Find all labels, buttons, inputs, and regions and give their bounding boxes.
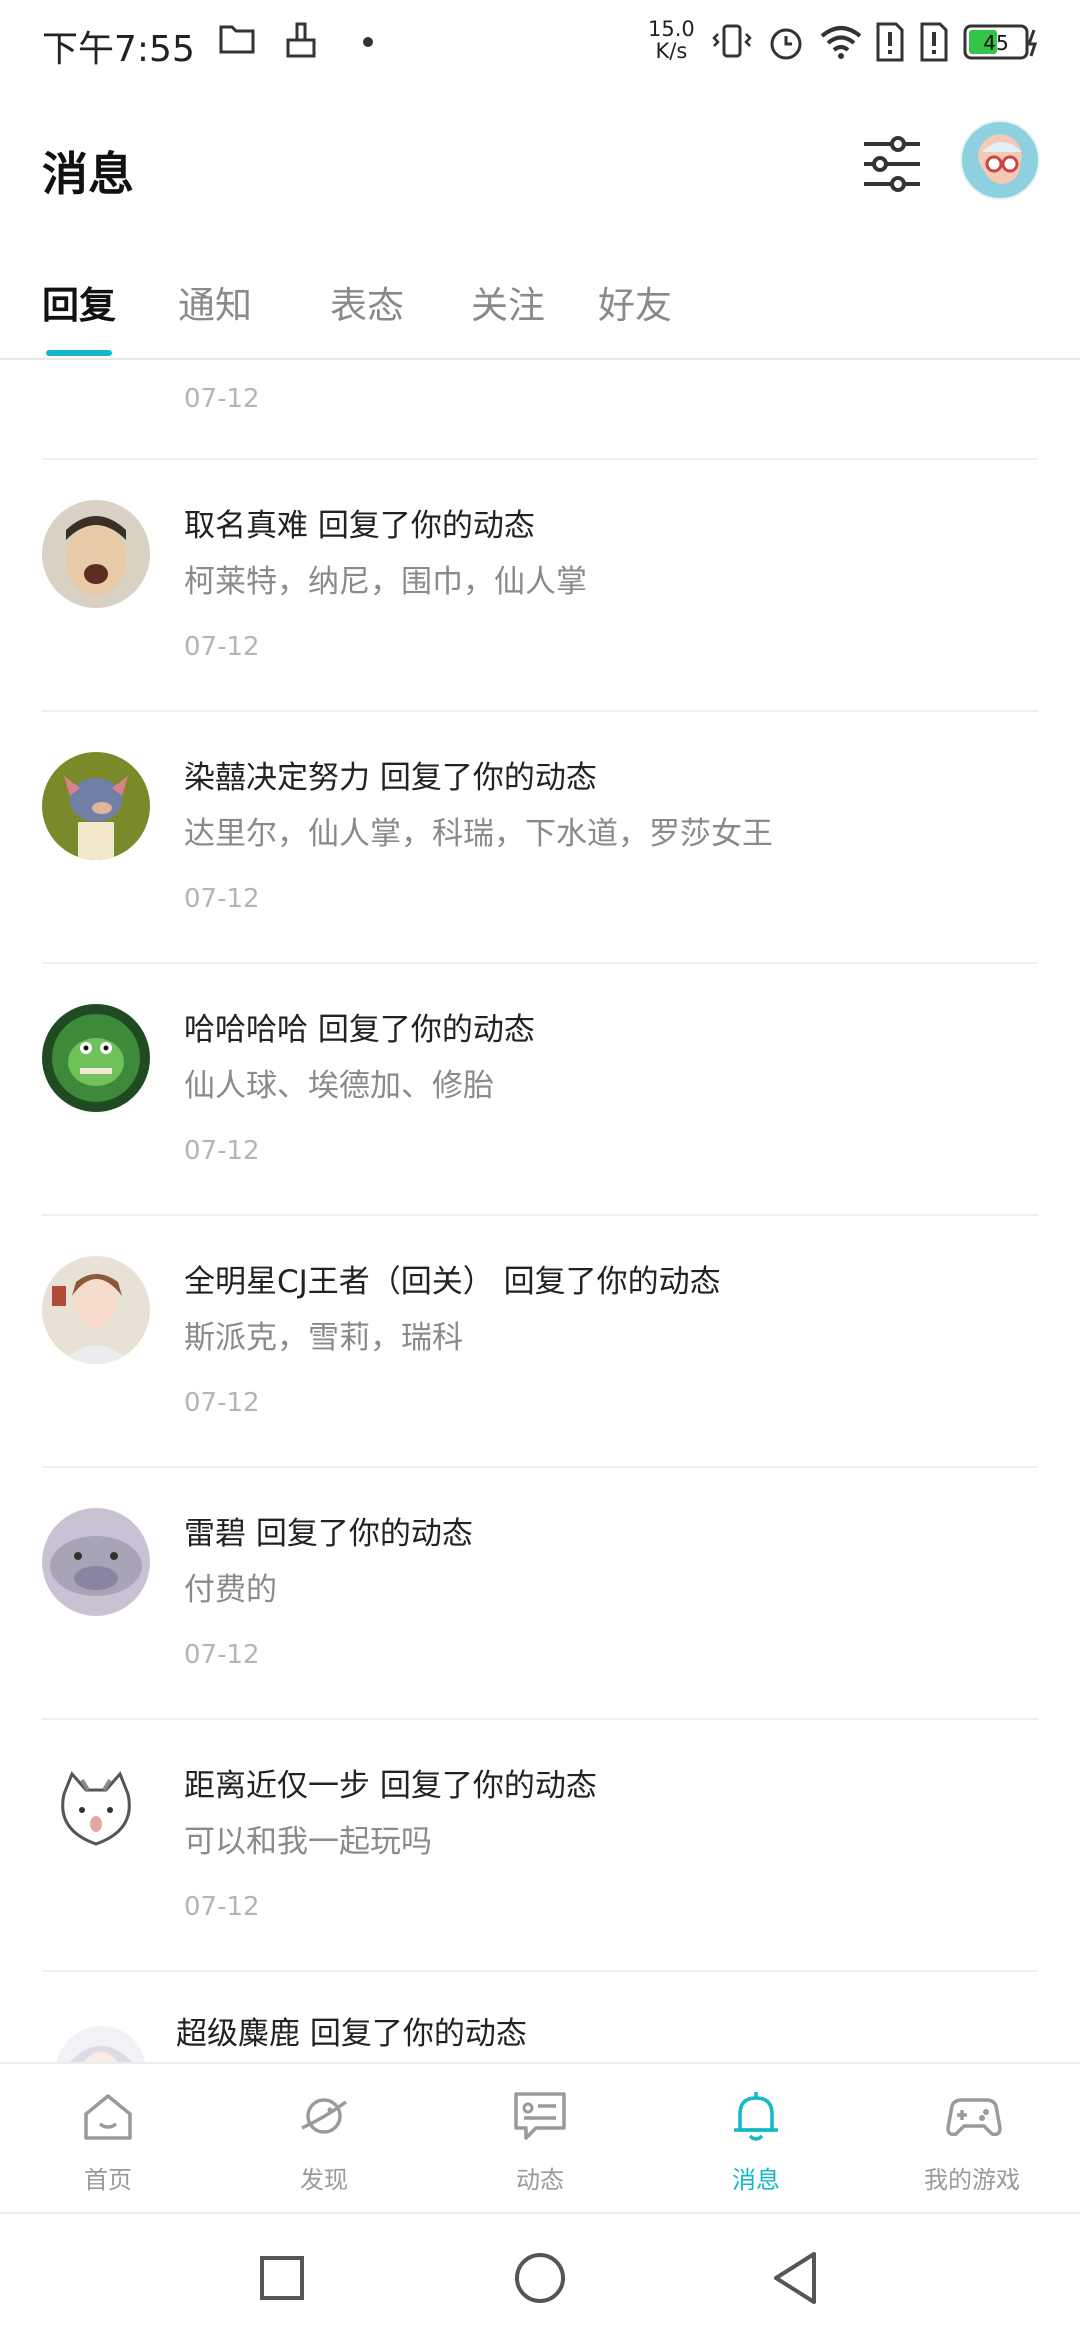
battery-icon: 45 [963,24,1038,60]
nav-label: 首页 [84,2166,132,2194]
list-item-subtitle: 达里尔，仙人掌，科瑞，下水道，罗莎女王 [184,816,773,852]
list-item[interactable]: 超级麋鹿 回复了你的动态 [0,1972,1080,2062]
alarm-icon [770,28,802,60]
back-button[interactable] [770,2250,822,2306]
nav-label: 消息 [732,2166,780,2194]
list-item-subtitle: 斯派克，雪莉，瑞科 [184,1320,463,1356]
speed-unit: K/s [655,39,688,63]
wifi-icon [820,26,862,59]
list-item-title: 染囍决定努力 回复了你的动态 [184,760,597,796]
sliders-icon [864,136,920,192]
list-item-date: 07-12 [184,884,260,914]
list-item-title: 全明星CJ王者（回关） 回复了你的动态 [184,1264,721,1300]
avatar[interactable] [42,752,150,860]
filter-button[interactable] [856,128,928,200]
avatar-cat-icon [42,1760,150,1868]
avatar[interactable] [42,1256,150,1364]
network-speed: 15.0 K/s [648,18,695,62]
system-nav-bar [0,2212,1080,2340]
page-title: 消息 [42,147,134,201]
nav-home[interactable]: 首页 [0,2064,216,2214]
nav-label: 我的游戏 [924,2166,1020,2194]
avatar[interactable] [56,2026,146,2062]
sim-alert-icon-2 [920,22,948,62]
status-time: 下午7:55 [42,29,195,70]
list-item-date: 07-12 [184,1640,260,1670]
avatar[interactable] [42,500,150,608]
tab-bar: 回复 通知 表态 关注 好友 [0,255,1080,360]
nav-messages[interactable]: 消息 [648,2064,864,2214]
list-item-title: 哈哈哈哈 回复了你的动态 [184,1012,535,1048]
list-item-date: 07-12 [184,1136,260,1166]
avatar-croc-icon [42,1004,150,1112]
list-item[interactable]: 取名真难 回复了你的动态 柯莱特，纳尼，围巾，仙人掌 07-12 [0,460,1080,712]
bottom-nav: 首页 发现 动态 消息 我的游戏 [0,2062,1080,2212]
dot-icon [363,37,373,47]
battery-level: 45 [983,31,1008,55]
list-item-title: 距离近仅一步 回复了你的动态 [184,1768,597,1804]
tab-notify[interactable]: 通知 [178,275,252,329]
list-item-subtitle: 仙人球、埃德加、修胎 [184,1068,494,1104]
list-item-date: 07-12 [184,1388,260,1418]
list-item-subtitle: 柯莱特，纳尼，围巾，仙人掌 [184,564,587,600]
home-button[interactable] [512,2250,568,2306]
tab-reactions[interactable]: 表态 [330,275,404,329]
tab-friends[interactable]: 好友 [598,275,672,329]
avatar[interactable] [42,1760,150,1868]
header: 消息 [0,100,1080,230]
list-item-date: 07-12 [184,384,260,414]
list-item-date: 07-12 [184,632,260,662]
broom-icon [286,22,316,58]
list-item[interactable]: 距离近仅一步 回复了你的动态 可以和我一起玩吗 07-12 [0,1720,1080,1972]
tab-indicator [46,350,112,356]
list-item-title: 超级麋鹿 回复了你的动态 [176,2016,527,2052]
home-icon [84,2094,132,2140]
gamepad-icon [946,2098,1002,2137]
avatar-face-icon [982,142,1022,184]
list-item[interactable]: 哈哈哈哈 回复了你的动态 仙人球、埃德加、修胎 07-12 [0,964,1080,1216]
list-item[interactable]: 全明星CJ王者（回关） 回复了你的动态 斯派克，雪莉，瑞科 07-12 [0,1216,1080,1468]
nav-label: 动态 [516,2166,564,2194]
avatar-animal-icon [42,1508,150,1616]
tab-reply[interactable]: 回复 [42,275,116,329]
avatar-anime-icon [42,1256,150,1364]
avatar[interactable] [42,1004,150,1112]
bell-icon [734,2092,778,2141]
planet-icon [301,2098,348,2134]
status-bar: 下午7:55 15.0 K/s 45 [0,0,1080,90]
sim-alert-icon [876,22,904,62]
list-item[interactable]: 染囍决定努力 回复了你的动态 达里尔，仙人掌，科瑞，下水道，罗莎女王 07-12 [0,712,1080,964]
avatar-anime-girl-icon [56,2026,146,2062]
avatar[interactable] [42,1508,150,1616]
list-item[interactable]: 雷碧 回复了你的动态 付费的 07-12 [0,1468,1080,1720]
speed-value: 15.0 [648,17,695,41]
list-item-date: 07-12 [184,1892,260,1922]
vibrate-icon [712,24,752,58]
nav-discover[interactable]: 发现 [216,2064,432,2214]
nav-feed[interactable]: 动态 [432,2064,648,2214]
tab-follow[interactable]: 关注 [471,275,545,329]
reply-list[interactable]: 07-12 取名真难 回复了你的动态 柯莱特，纳尼，围巾，仙人掌 07-12 染… [0,362,1080,2062]
list-item-subtitle: 可以和我一起玩吗 [184,1824,432,1860]
list-item-title: 取名真难 回复了你的动态 [184,508,535,544]
recents-button[interactable] [258,2254,306,2302]
nav-my-games[interactable]: 我的游戏 [864,2064,1080,2214]
user-avatar[interactable] [960,120,1040,200]
feed-icon [514,2092,566,2140]
list-item-subtitle: 付费的 [184,1572,277,1608]
avatar-cartoon-icon [42,752,150,860]
folder-icon [219,25,255,54]
list-item-title: 雷碧 回复了你的动态 [184,1516,473,1552]
nav-label: 发现 [300,2166,348,2194]
avatar-person-icon [42,500,150,608]
